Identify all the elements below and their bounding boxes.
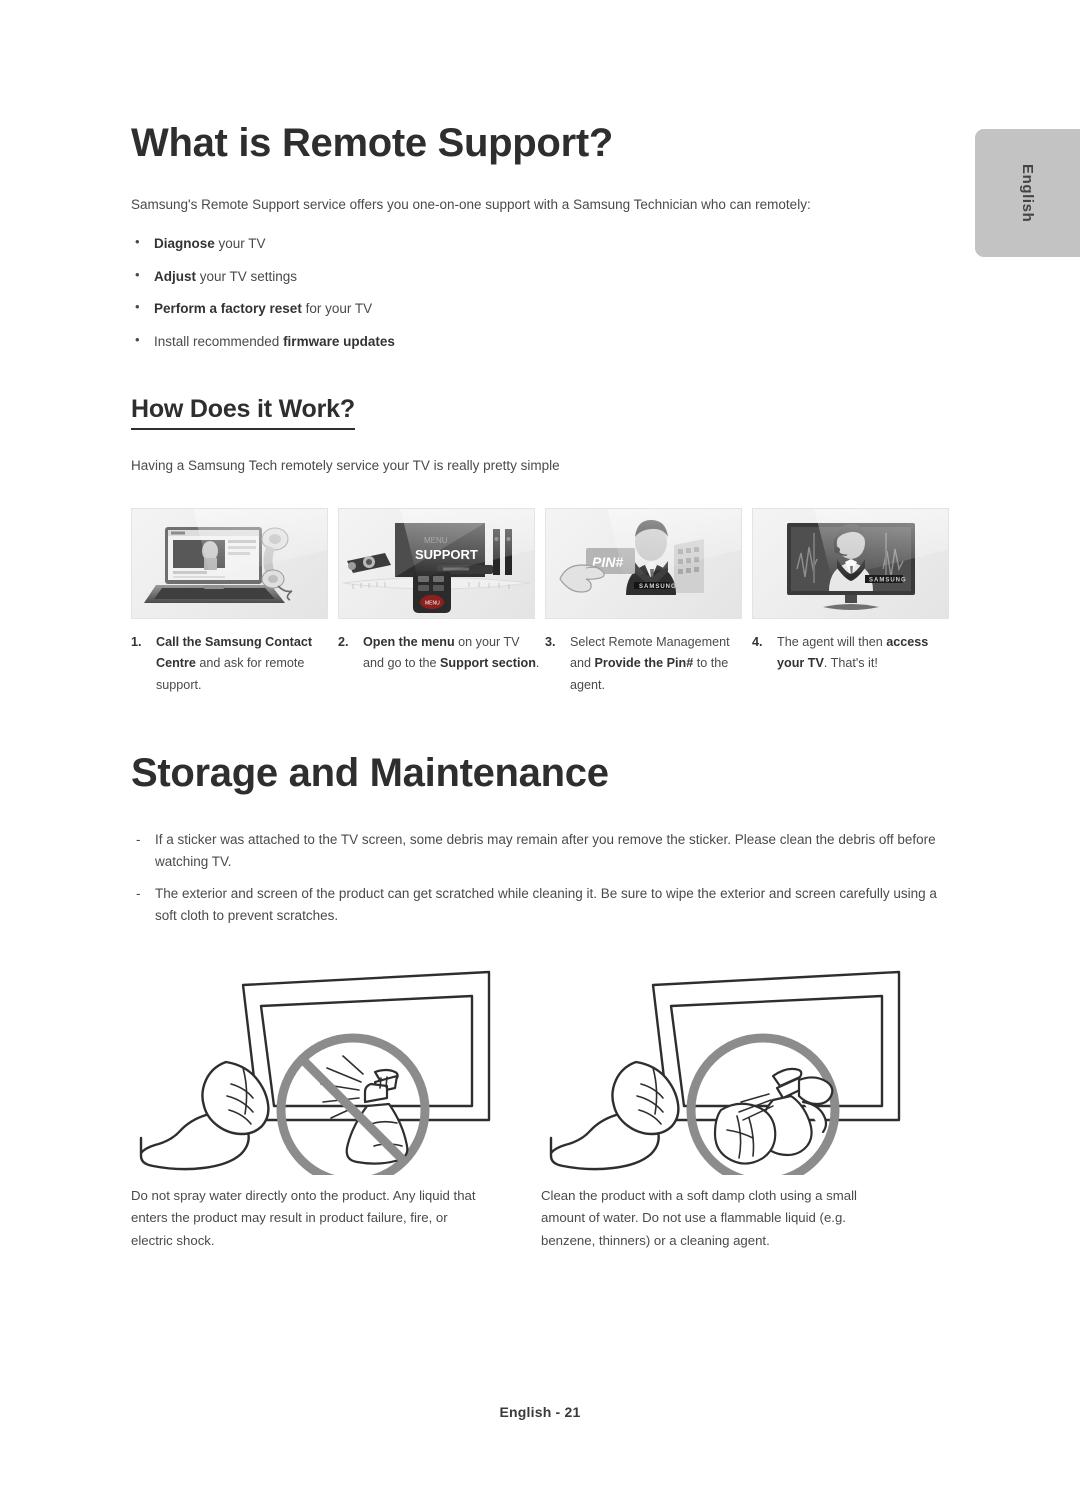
tv-agent-access-thumbnail: SAMSUNG	[752, 507, 949, 619]
how-does-it-work-intro: Having a Samsung Tech remotely service y…	[131, 457, 560, 473]
step-item: MENU SUPPORT	[338, 507, 541, 697]
list-item: Diagnose your TV	[131, 233, 951, 254]
remote-support-bullet-list: Diagnose your TV Adjust your TV settings…	[131, 233, 951, 352]
step-item: SAMSUNG PIN# 3. Select Remote Management …	[545, 507, 748, 697]
step-bold-text: Provide the Pin#	[594, 656, 694, 671]
language-side-tab-label: English	[1019, 163, 1036, 223]
illustration-caption-text: Clean the product with a soft damp cloth…	[541, 1188, 857, 1248]
storage-maintenance-heading: Storage and Maintenance	[131, 750, 609, 795]
bullet-regular-text: your TV settings	[196, 268, 298, 284]
maintenance-illustrations	[131, 960, 951, 1176]
language-side-tab: English	[975, 129, 1080, 257]
laptop-with-phone-handset-thumbnail	[131, 507, 328, 619]
list-item: Install recommended firmware updates	[131, 331, 951, 352]
bullet-bold-text: Adjust	[154, 268, 196, 284]
bullet-bold-text: Diagnose	[154, 236, 215, 252]
page-content: What is Remote Support? Samsung's Remote…	[131, 0, 951, 1252]
step-number: 1.	[131, 634, 142, 649]
step-number: 2.	[338, 634, 349, 649]
illustration-caption-text: Do not spray water directly onto the pro…	[131, 1188, 476, 1248]
illustration-captions: Do not spray water directly onto the pro…	[131, 1185, 951, 1252]
bullet-bold-text: firmware updates	[283, 333, 395, 349]
step-bold-text-2: Support section	[440, 656, 536, 671]
step-caption: 3. Select Remote Management and Provide t…	[545, 632, 748, 697]
remote-support-heading: What is Remote Support?	[131, 121, 613, 165]
storage-notes-list: If a sticker was attached to the TV scre…	[131, 829, 951, 927]
tv-menu-support-thumbnail: MENU SUPPORT	[338, 507, 535, 619]
thumbnail-brand-label: SAMSUNG	[639, 584, 677, 590]
step-bold-text: Open the menu	[363, 634, 455, 649]
list-item: Adjust your TV settings	[131, 266, 951, 287]
do-not-spray-water-on-tv-illustration	[131, 960, 541, 1176]
step-number: 4.	[752, 634, 763, 649]
illustration-caption: Do not spray water directly onto the pro…	[131, 1185, 541, 1252]
page-footer: English - 21	[499, 1404, 581, 1420]
list-item: Perform a factory reset for your TV	[131, 298, 951, 319]
manual-page: English What is Remote Support? Samsung'…	[0, 0, 1080, 1494]
pin-number-agent-thumbnail: SAMSUNG PIN#	[545, 507, 742, 619]
spray-onto-cloth-illustration	[541, 960, 951, 1176]
step-caption: 1. Call the Samsung Contact Centre and as…	[131, 632, 334, 697]
step-lead-text: The agent will then	[777, 634, 887, 649]
step-item: 1. Call the Samsung Contact Centre and as…	[131, 507, 334, 697]
step-caption: 4. The agent will then access your TV. Th…	[752, 632, 955, 675]
steps-strip: 1. Call the Samsung Contact Centre and as…	[131, 507, 951, 697]
remote-support-intro: Samsung's Remote Support service offers …	[131, 197, 811, 212]
how-does-it-work-heading: How Does it Work?	[131, 395, 355, 430]
bullet-lead-text: Install recommended	[154, 333, 284, 349]
bullet-regular-text: your TV	[214, 236, 266, 252]
list-item: If a sticker was attached to the TV scre…	[131, 829, 951, 873]
thumbnail-menu-button-label: MENU	[425, 600, 440, 606]
bullet-bold-text: Perform a factory reset	[154, 301, 302, 317]
step-caption: 2. Open the menu on your TV and go to the…	[338, 632, 541, 675]
step-regular-text-2: .	[535, 656, 540, 671]
thumbnail-brand-label: SAMSUNG	[869, 577, 907, 583]
step-regular-text: . That's it!	[823, 656, 878, 671]
illustration-caption: Clean the product with a soft damp cloth…	[541, 1185, 951, 1252]
list-item: The exterior and screen of the product c…	[131, 883, 951, 927]
step-item: SAMSUNG 4. The agent will then access you…	[752, 507, 955, 697]
step-number: 3.	[545, 634, 556, 649]
bullet-regular-text: for your TV	[301, 301, 373, 317]
